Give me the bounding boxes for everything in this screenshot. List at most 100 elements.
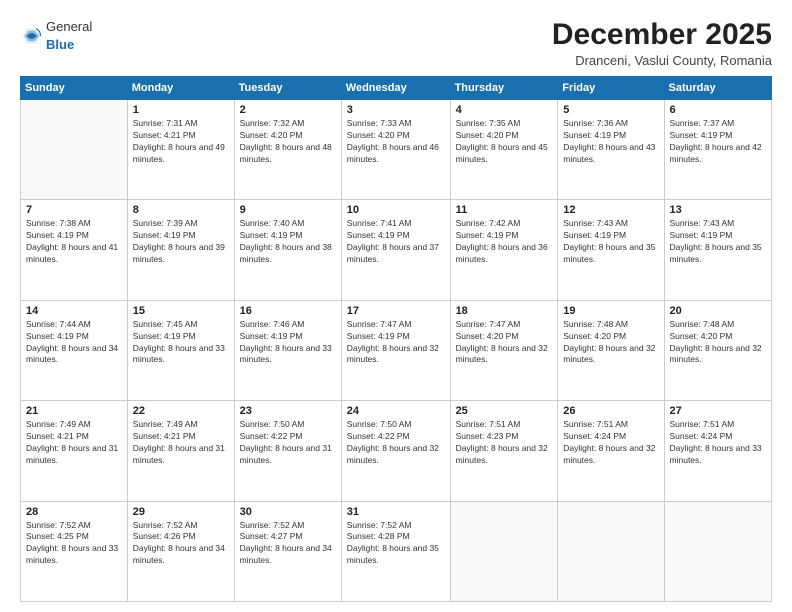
calendar-cell: 1 Sunrise: 7:31 AMSunset: 4:21 PMDaylight… <box>127 100 234 200</box>
day-header-thursday: Thursday <box>450 77 558 100</box>
day-number: 7 <box>26 204 122 216</box>
day-number: 31 <box>347 506 445 518</box>
day-number: 5 <box>563 104 658 116</box>
day-number: 25 <box>456 405 553 417</box>
day-info: Sunrise: 7:45 AMSunset: 4:19 PMDaylight:… <box>133 319 229 367</box>
day-info: Sunrise: 7:46 AMSunset: 4:19 PMDaylight:… <box>240 319 336 367</box>
calendar-cell: 11Sunrise: 7:42 AMSunset: 4:19 PMDayligh… <box>450 200 558 300</box>
calendar-cell: 12Sunrise: 7:43 AMSunset: 4:19 PMDayligh… <box>558 200 664 300</box>
day-info: Sunrise: 7:41 AMSunset: 4:19 PMDaylight:… <box>347 218 445 266</box>
day-header-tuesday: Tuesday <box>234 77 341 100</box>
calendar-cell: 19 Sunrise: 7:48 AMSunset: 4:20 PMDayligh… <box>558 300 664 400</box>
logo-text: General Blue <box>46 18 92 54</box>
day-info: Sunrise: 7:51 AMSunset: 4:24 PMDaylight:… <box>670 419 766 467</box>
title-area: December 2025 Dranceni, Vaslui County, R… <box>552 18 772 68</box>
calendar-cell: 29Sunrise: 7:52 AMSunset: 4:26 PMDayligh… <box>127 501 234 601</box>
calendar-cell: 31 Sunrise: 7:52 AMSunset: 4:28 PMDayligh… <box>341 501 450 601</box>
day-info: Sunrise: 7:47 AMSunset: 4:20 PMDaylight:… <box>456 319 553 367</box>
day-number: 17 <box>347 305 445 317</box>
day-number: 6 <box>670 104 766 116</box>
calendar-cell <box>664 501 771 601</box>
day-info: Sunrise: 7:52 AMSunset: 4:28 PMDaylight:… <box>347 520 445 568</box>
calendar-cell: 6 Sunrise: 7:37 AMSunset: 4:19 PMDaylight… <box>664 100 771 200</box>
day-number: 14 <box>26 305 122 317</box>
day-info: Sunrise: 7:33 AMSunset: 4:20 PMDaylight:… <box>347 118 445 166</box>
day-info: Sunrise: 7:49 AMSunset: 4:21 PMDaylight:… <box>133 419 229 467</box>
calendar-cell: 13 Sunrise: 7:43 AMSunset: 4:19 PMDayligh… <box>664 200 771 300</box>
day-header-friday: Friday <box>558 77 664 100</box>
calendar-cell: 8 Sunrise: 7:39 AMSunset: 4:19 PMDaylight… <box>127 200 234 300</box>
calendar-cell: 9 Sunrise: 7:40 AMSunset: 4:19 PMDaylight… <box>234 200 341 300</box>
day-info: Sunrise: 7:31 AMSunset: 4:21 PMDaylight:… <box>133 118 229 166</box>
calendar-cell: 3 Sunrise: 7:33 AMSunset: 4:20 PMDaylight… <box>341 100 450 200</box>
logo: General Blue <box>20 18 92 54</box>
logo-general: General <box>46 19 92 34</box>
day-number: 9 <box>240 204 336 216</box>
day-number: 28 <box>26 506 122 518</box>
calendar-table: SundayMondayTuesdayWednesdayThursdayFrid… <box>20 76 772 602</box>
day-number: 24 <box>347 405 445 417</box>
day-number: 13 <box>670 204 766 216</box>
day-info: Sunrise: 7:48 AMSunset: 4:20 PMDaylight:… <box>563 319 658 367</box>
day-info: Sunrise: 7:38 AMSunset: 4:19 PMDaylight:… <box>26 218 122 266</box>
day-number: 30 <box>240 506 336 518</box>
calendar-week-row: 28 Sunrise: 7:52 AMSunset: 4:25 PMDayligh… <box>21 501 772 601</box>
day-info: Sunrise: 7:32 AMSunset: 4:20 PMDaylight:… <box>240 118 336 166</box>
calendar-week-row: 1 Sunrise: 7:31 AMSunset: 4:21 PMDaylight… <box>21 100 772 200</box>
calendar-cell: 25 Sunrise: 7:51 AMSunset: 4:23 PMDayligh… <box>450 401 558 501</box>
calendar-cell: 26Sunrise: 7:51 AMSunset: 4:24 PMDayligh… <box>558 401 664 501</box>
calendar-cell: 7 Sunrise: 7:38 AMSunset: 4:19 PMDaylight… <box>21 200 128 300</box>
calendar-cell: 15 Sunrise: 7:45 AMSunset: 4:19 PMDayligh… <box>127 300 234 400</box>
day-number: 10 <box>347 204 445 216</box>
calendar-cell: 21Sunrise: 7:49 AMSunset: 4:21 PMDayligh… <box>21 401 128 501</box>
day-info: Sunrise: 7:52 AMSunset: 4:25 PMDaylight:… <box>26 520 122 568</box>
logo-icon <box>20 25 42 47</box>
calendar-week-row: 7 Sunrise: 7:38 AMSunset: 4:19 PMDaylight… <box>21 200 772 300</box>
calendar-cell: 30 Sunrise: 7:52 AMSunset: 4:27 PMDayligh… <box>234 501 341 601</box>
day-number: 19 <box>563 305 658 317</box>
calendar-cell: 27Sunrise: 7:51 AMSunset: 4:24 PMDayligh… <box>664 401 771 501</box>
day-number: 21 <box>26 405 122 417</box>
day-info: Sunrise: 7:48 AMSunset: 4:20 PMDaylight:… <box>670 319 766 367</box>
page: General Blue December 2025 Dranceni, Vas… <box>0 0 792 612</box>
day-info: Sunrise: 7:40 AMSunset: 4:19 PMDaylight:… <box>240 218 336 266</box>
day-header-sunday: Sunday <box>21 77 128 100</box>
header: General Blue December 2025 Dranceni, Vas… <box>20 18 772 68</box>
day-info: Sunrise: 7:37 AMSunset: 4:19 PMDaylight:… <box>670 118 766 166</box>
day-number: 3 <box>347 104 445 116</box>
day-number: 16 <box>240 305 336 317</box>
calendar-cell: 17Sunrise: 7:47 AMSunset: 4:19 PMDayligh… <box>341 300 450 400</box>
day-info: Sunrise: 7:42 AMSunset: 4:19 PMDaylight:… <box>456 218 553 266</box>
day-info: Sunrise: 7:50 AMSunset: 4:22 PMDaylight:… <box>240 419 336 467</box>
calendar-cell: 28 Sunrise: 7:52 AMSunset: 4:25 PMDayligh… <box>21 501 128 601</box>
day-number: 18 <box>456 305 553 317</box>
calendar-cell: 23 Sunrise: 7:50 AMSunset: 4:22 PMDayligh… <box>234 401 341 501</box>
calendar-cell: 2Sunrise: 7:32 AMSunset: 4:20 PMDaylight… <box>234 100 341 200</box>
day-info: Sunrise: 7:43 AMSunset: 4:19 PMDaylight:… <box>563 218 658 266</box>
day-info: Sunrise: 7:44 AMSunset: 4:19 PMDaylight:… <box>26 319 122 367</box>
day-info: Sunrise: 7:51 AMSunset: 4:23 PMDaylight:… <box>456 419 553 467</box>
day-number: 23 <box>240 405 336 417</box>
location: Dranceni, Vaslui County, Romania <box>552 53 772 68</box>
day-info: Sunrise: 7:43 AMSunset: 4:19 PMDaylight:… <box>670 218 766 266</box>
day-info: Sunrise: 7:35 AMSunset: 4:20 PMDaylight:… <box>456 118 553 166</box>
day-info: Sunrise: 7:36 AMSunset: 4:19 PMDaylight:… <box>563 118 658 166</box>
day-number: 4 <box>456 104 553 116</box>
calendar-header-row: SundayMondayTuesdayWednesdayThursdayFrid… <box>21 77 772 100</box>
day-header-saturday: Saturday <box>664 77 771 100</box>
calendar-cell: 22Sunrise: 7:49 AMSunset: 4:21 PMDayligh… <box>127 401 234 501</box>
calendar-cell: 4 Sunrise: 7:35 AMSunset: 4:20 PMDaylight… <box>450 100 558 200</box>
day-info: Sunrise: 7:39 AMSunset: 4:19 PMDaylight:… <box>133 218 229 266</box>
day-header-monday: Monday <box>127 77 234 100</box>
calendar-cell: 20Sunrise: 7:48 AMSunset: 4:20 PMDayligh… <box>664 300 771 400</box>
calendar-cell <box>450 501 558 601</box>
calendar-cell: 24Sunrise: 7:50 AMSunset: 4:22 PMDayligh… <box>341 401 450 501</box>
day-header-wednesday: Wednesday <box>341 77 450 100</box>
day-number: 1 <box>133 104 229 116</box>
day-info: Sunrise: 7:51 AMSunset: 4:24 PMDaylight:… <box>563 419 658 467</box>
day-number: 8 <box>133 204 229 216</box>
calendar-cell: 18 Sunrise: 7:47 AMSunset: 4:20 PMDayligh… <box>450 300 558 400</box>
day-info: Sunrise: 7:52 AMSunset: 4:27 PMDaylight:… <box>240 520 336 568</box>
month-title: December 2025 <box>552 18 772 51</box>
day-number: 15 <box>133 305 229 317</box>
